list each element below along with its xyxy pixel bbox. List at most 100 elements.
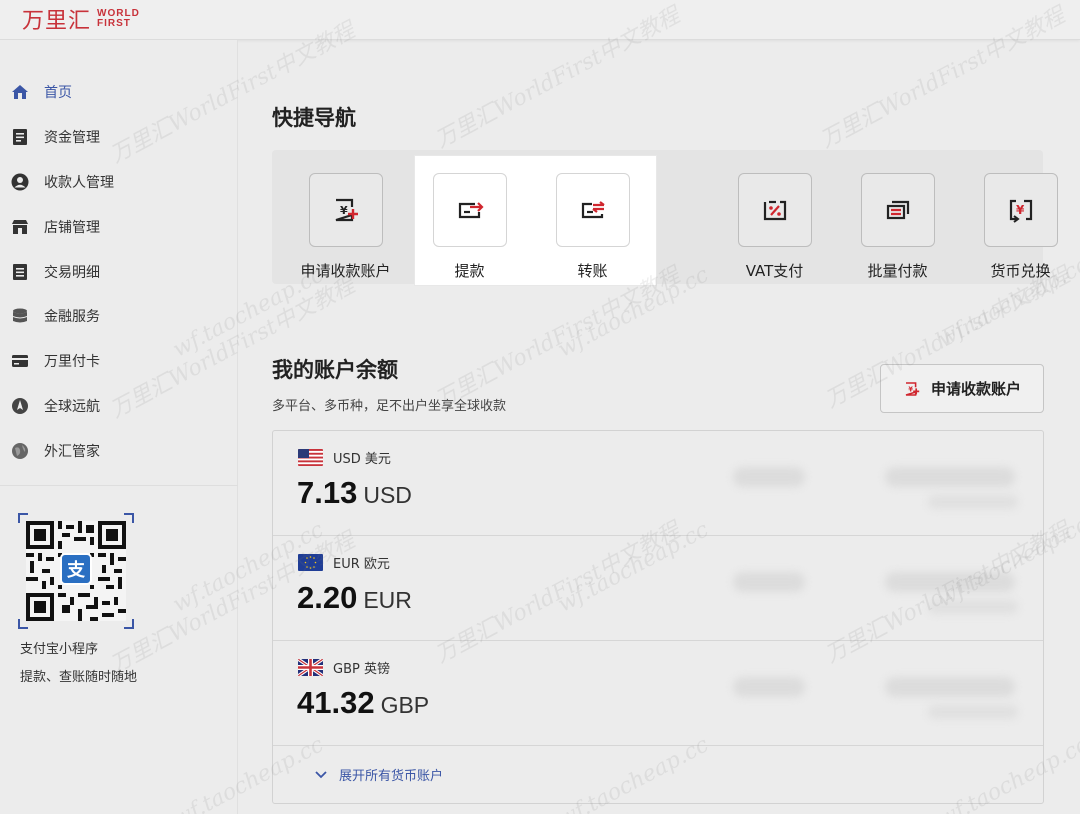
quick-nav-button[interactable] bbox=[555, 173, 630, 247]
batch-payment-icon bbox=[886, 200, 909, 220]
account-row-eur[interactable]: EUR 欧元 2.20 EUR bbox=[273, 536, 1043, 641]
svg-text:¥: ¥ bbox=[908, 385, 913, 393]
quick-nav-button[interactable] bbox=[860, 173, 935, 247]
blurred-content bbox=[733, 572, 805, 592]
globe-icon bbox=[11, 442, 29, 460]
quick-nav-withdraw[interactable]: 提款 bbox=[408, 150, 531, 284]
sidebar-item-label: 资金管理 bbox=[44, 130, 100, 147]
account-currency-name: GBP 英镑 bbox=[333, 662, 390, 677]
uk-flag-icon bbox=[298, 659, 323, 676]
card-icon bbox=[11, 352, 29, 370]
blurred-content bbox=[733, 677, 805, 697]
account-currency-code: USD bbox=[363, 482, 412, 508]
account-row-usd[interactable]: USD 美元 7.13 USD bbox=[273, 431, 1043, 536]
vat-payment-icon bbox=[763, 200, 786, 221]
blurred-content bbox=[885, 572, 1015, 592]
account-balance-list: USD 美元 7.13 USD EUR 欧元 2.20 EUR GBP 英镑 4… bbox=[272, 430, 1044, 804]
eu-flag-icon bbox=[298, 554, 323, 571]
database-icon bbox=[11, 307, 29, 325]
store-icon bbox=[11, 218, 29, 236]
user-icon bbox=[11, 173, 29, 191]
quick-nav-panel: ¥ 申请收款账户 批量付款 VAT支付 ¥ 货币兑换 bbox=[272, 150, 1058, 284]
sidebar-item-funds[interactable]: 资金管理 bbox=[0, 115, 238, 160]
account-header: EUR 欧元 bbox=[298, 553, 390, 572]
blurred-content bbox=[928, 705, 1018, 719]
apply-account-icon: ¥ bbox=[335, 198, 358, 222]
expand-all-accounts-link[interactable]: 展开所有货币账户 bbox=[315, 765, 443, 784]
account-currency-name: EUR 欧元 bbox=[333, 557, 390, 572]
sidebar-item-stores[interactable]: 店铺管理 bbox=[0, 204, 238, 249]
quick-nav-button[interactable] bbox=[432, 173, 507, 247]
compass-icon bbox=[11, 397, 29, 415]
quick-nav-label: 申请收款账户 bbox=[300, 262, 391, 280]
sidebar-item-global[interactable]: 全球远航 bbox=[0, 384, 238, 429]
account-balance: 2.20 EUR bbox=[297, 580, 412, 616]
quick-nav-apply-account[interactable]: ¥ 申请收款账户 bbox=[284, 150, 407, 284]
account-balance: 41.32 GBP bbox=[297, 685, 429, 721]
sidebar: 首页 资金管理 收款人管理 店铺管理 交易明细 金融服务 万里付卡 全球远航 外… bbox=[0, 40, 238, 814]
quick-nav-batch-payment[interactable]: 批量付款 bbox=[836, 150, 959, 284]
blurred-content bbox=[885, 467, 1015, 487]
worldfirst-logo[interactable]: 万里汇 WORLD FIRST bbox=[22, 3, 140, 35]
chevron-down-icon bbox=[315, 770, 327, 778]
quick-nav-label: 提款 bbox=[454, 262, 485, 280]
account-row-gbp[interactable]: GBP 英镑 41.32 GBP bbox=[273, 641, 1043, 746]
apply-account-button-label: 申请收款账户 bbox=[930, 380, 1021, 398]
quick-nav-label: VAT支付 bbox=[745, 262, 804, 280]
logo-en-line-2: FIRST bbox=[97, 18, 131, 29]
sidebar-item-label: 万里付卡 bbox=[44, 354, 100, 371]
apply-account-icon: ¥ bbox=[905, 381, 920, 396]
sidebar-item-label: 首页 bbox=[44, 85, 72, 102]
blurred-content bbox=[928, 495, 1018, 509]
top-header: 万里汇 WORLD FIRST bbox=[0, 0, 1080, 40]
sidebar-item-label: 收款人管理 bbox=[44, 174, 114, 191]
svg-text:¥: ¥ bbox=[340, 204, 348, 217]
quick-nav-transfer[interactable]: 转账 bbox=[531, 150, 654, 284]
sidebar-item-fx[interactable]: 外汇管家 bbox=[0, 428, 238, 473]
quick-nav-highlight: 提款 转账 bbox=[415, 156, 656, 285]
document-icon bbox=[11, 128, 29, 146]
list-icon bbox=[11, 263, 29, 281]
blurred-content bbox=[733, 467, 805, 487]
account-header: GBP 英镑 bbox=[298, 658, 390, 677]
sidebar-item-finance[interactable]: 金融服务 bbox=[0, 294, 238, 339]
account-currency-name: USD 美元 bbox=[333, 452, 391, 467]
quick-nav-vat-payment[interactable]: VAT支付 bbox=[713, 150, 836, 284]
alipay-qr-code: 支 bbox=[18, 513, 134, 629]
sidebar-item-transactions[interactable]: 交易明细 bbox=[0, 249, 238, 294]
account-currency-code: GBP bbox=[380, 692, 430, 718]
logo-english-text: WORLD FIRST bbox=[97, 9, 140, 29]
account-amount: 41.32 bbox=[297, 685, 375, 720]
sidebar-item-label: 全球远航 bbox=[44, 398, 100, 415]
sidebar-item-label: 店铺管理 bbox=[44, 219, 100, 236]
quick-nav-button[interactable]: ¥ bbox=[983, 173, 1058, 247]
quick-nav-label: 货币兑换 bbox=[990, 262, 1051, 280]
sidebar-divider bbox=[0, 485, 238, 486]
qr-caption-subtitle: 提款、查账随时随地 bbox=[20, 670, 138, 685]
home-icon bbox=[11, 83, 29, 101]
quick-nav-button[interactable]: ¥ bbox=[308, 173, 383, 247]
alipay-icon: 支 bbox=[60, 553, 92, 585]
sidebar-item-payees[interactable]: 收款人管理 bbox=[0, 160, 238, 205]
currency-exchange-icon: ¥ bbox=[1009, 199, 1032, 223]
quick-nav-title: 快捷导航 bbox=[272, 106, 356, 130]
sidebar-nav: 首页 资金管理 收款人管理 店铺管理 交易明细 金融服务 万里付卡 全球远航 外… bbox=[0, 70, 238, 473]
quick-nav-label: 转账 bbox=[577, 262, 608, 280]
sidebar-item-label: 外汇管家 bbox=[44, 443, 100, 460]
quick-nav-button[interactable] bbox=[737, 173, 812, 247]
blurred-content bbox=[928, 600, 1018, 614]
sidebar-item-card[interactable]: 万里付卡 bbox=[0, 339, 238, 384]
balance-subtitle: 多平台、多币种，足不出户坐享全球收款 bbox=[272, 399, 507, 414]
qr-caption-title: 支付宝小程序 bbox=[20, 642, 99, 657]
blurred-content bbox=[885, 677, 1015, 697]
account-balance: 7.13 USD bbox=[297, 475, 412, 511]
account-amount: 7.13 bbox=[297, 475, 358, 510]
quick-nav-label: 批量付款 bbox=[867, 262, 928, 280]
quick-nav-currency-exchange[interactable]: ¥ 货币兑换 bbox=[959, 150, 1080, 284]
account-header: USD 美元 bbox=[298, 448, 391, 467]
svg-text:¥: ¥ bbox=[1016, 203, 1025, 217]
apply-account-button[interactable]: ¥ 申请收款账户 bbox=[880, 364, 1044, 413]
transfer-icon bbox=[581, 201, 605, 219]
withdraw-icon bbox=[458, 202, 484, 219]
sidebar-item-home[interactable]: 首页 bbox=[0, 70, 238, 115]
